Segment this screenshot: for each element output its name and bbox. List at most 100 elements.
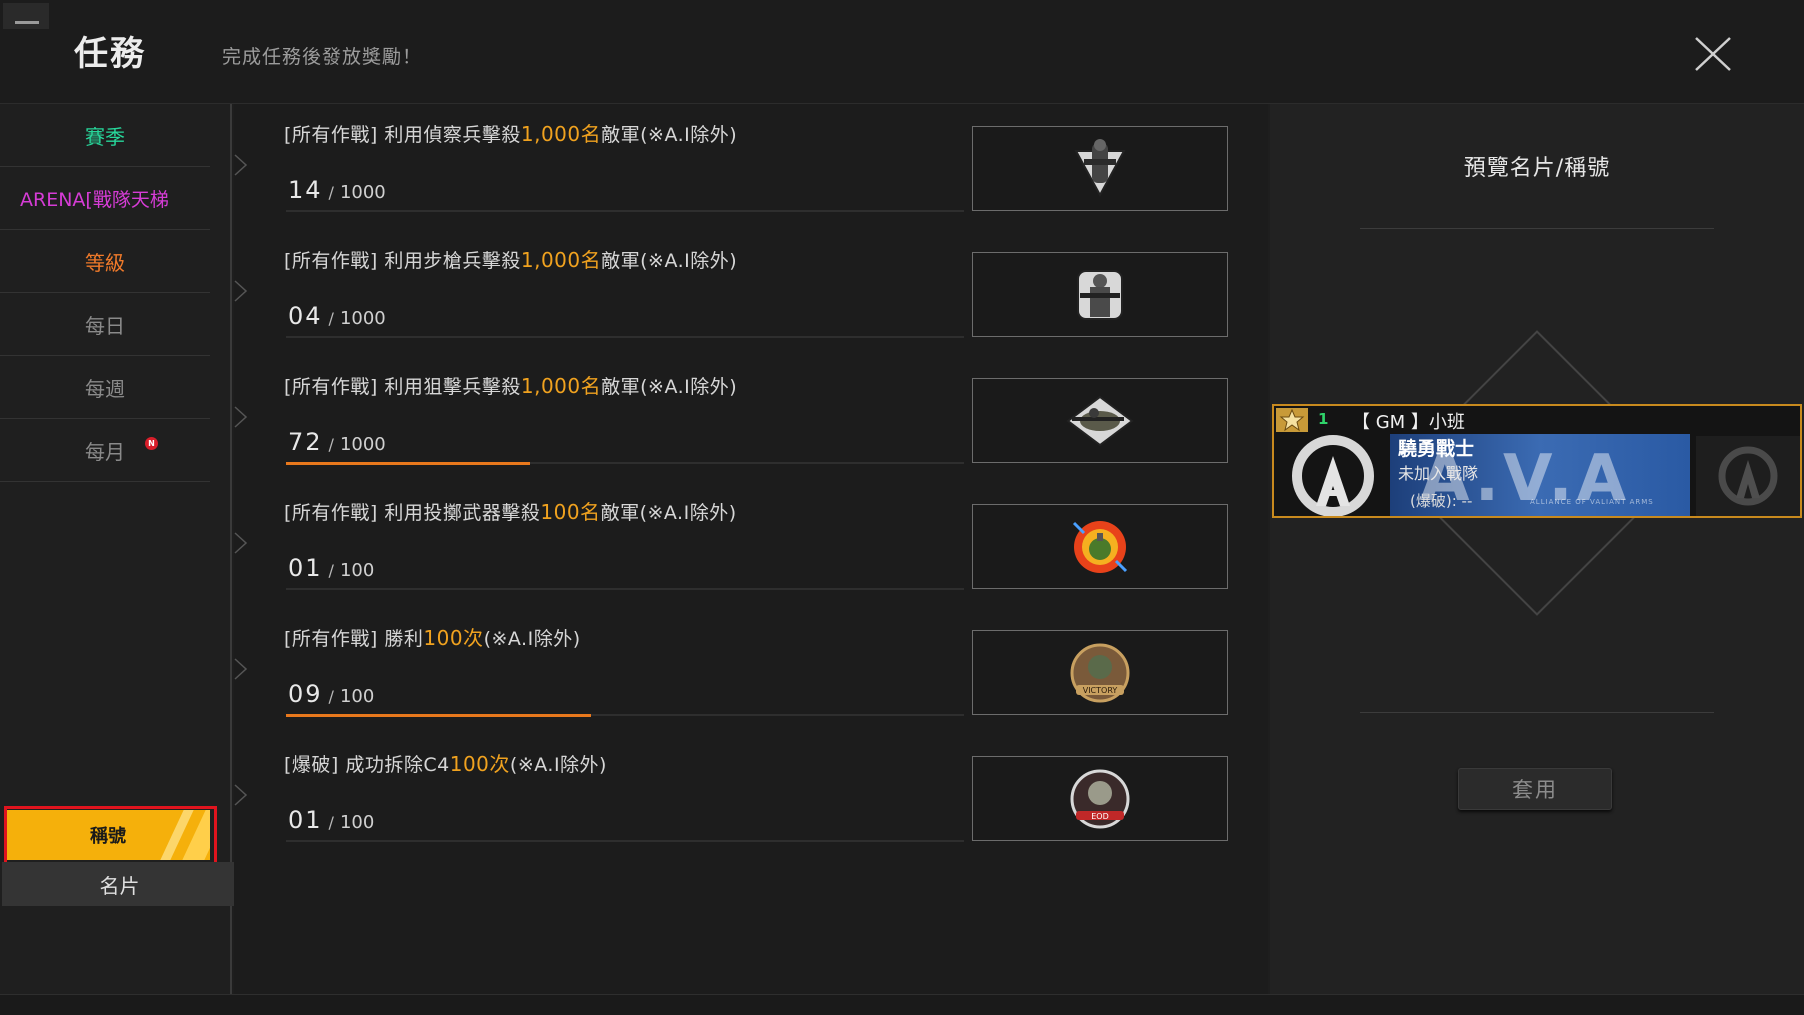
progress-total: 100 bbox=[339, 686, 375, 707]
mission-row[interactable]: [所有作戰] 利用投擲武器擊殺100名敵軍(※A.I除外) 01/100 bbox=[234, 482, 1268, 608]
sidebar-item-daily[interactable]: 每日 bbox=[0, 293, 210, 356]
subtab-namecard[interactable]: 名片 bbox=[2, 862, 237, 906]
reward-icon-frame bbox=[972, 126, 1228, 211]
mission-row[interactable]: [所有作戰] 勝利100次(※A.I除外) 09/100 VICTORY bbox=[234, 608, 1268, 734]
mission-description: [所有作戰] 利用步槍兵擊殺1,000名敵軍(※A.I除外) bbox=[284, 244, 737, 273]
sidebar-item-season[interactable]: 賽季 bbox=[0, 104, 210, 167]
apply-button[interactable]: 套用 bbox=[1458, 768, 1612, 810]
namecard-preview: 1 【 GM 】小班 A.V.A ALLIANCE OF VALIANT ARM… bbox=[1272, 404, 1802, 518]
mission-row[interactable]: [所有作戰] 利用偵察兵擊殺1,000名敵軍(※A.I除外) 14/1000 bbox=[234, 104, 1268, 230]
bottom-bar bbox=[0, 994, 1804, 1015]
progress-fill bbox=[286, 462, 531, 465]
sidebar-item-monthly[interactable]: 每月 N bbox=[0, 419, 210, 482]
sidebar-item-label: ARENA[戰隊天梯 bbox=[20, 188, 169, 211]
mission-description: [爆破] 成功拆除C4100次(※A.I除外) bbox=[284, 748, 607, 777]
progress-current: 72 bbox=[288, 428, 323, 456]
victory-medal-icon: VICTORY bbox=[1070, 643, 1130, 702]
ava-emblem-icon bbox=[1280, 434, 1386, 517]
mission-target: 1,000名 bbox=[520, 248, 602, 272]
mission-target: 1,000名 bbox=[520, 374, 602, 398]
progress-current: 09 bbox=[288, 680, 323, 708]
mission-target: 100次 bbox=[423, 626, 484, 650]
sidebar-item-label: 每月 bbox=[85, 439, 125, 464]
page-subtitle: 完成任務後發放獎勵！ bbox=[222, 46, 423, 68]
ava-tagline: ALLIANCE OF VALIANT ARMS bbox=[1530, 498, 1654, 506]
progress-current: 14 bbox=[288, 176, 323, 204]
player-level: 1 bbox=[1318, 410, 1329, 428]
player-title: 驍勇戰士 bbox=[1398, 438, 1475, 460]
chevron-right-icon bbox=[234, 658, 248, 680]
progress-current: 01 bbox=[288, 806, 323, 834]
mission-suffix: (※A.I除外) bbox=[509, 754, 607, 776]
sidebar-item-weekly[interactable]: 每週 bbox=[0, 356, 210, 419]
preview-title: 預覽名片/稱號 bbox=[1463, 156, 1611, 181]
missions-window: 任務 完成任務後發放獎勵！ 賽季 ARENA[戰隊天梯 等級 每日 每週 每月 … bbox=[0, 0, 1804, 1015]
page-title: 任務 bbox=[74, 34, 146, 74]
progress-track bbox=[286, 210, 964, 212]
mission-description: [所有作戰] 利用偵察兵擊殺1,000名敵軍(※A.I除外) bbox=[284, 118, 737, 147]
mission-suffix: 敵軍(※A.I除外) bbox=[600, 502, 737, 524]
sniper-class-icon bbox=[1066, 395, 1134, 446]
chevron-right-icon bbox=[234, 532, 248, 554]
close-icon[interactable] bbox=[1690, 30, 1736, 76]
mission-target: 100次 bbox=[449, 752, 510, 776]
eod-medal-icon: EOD bbox=[1070, 769, 1130, 828]
mission-prefix: [所有作戰] 利用投擲武器擊殺 bbox=[284, 502, 541, 524]
sidebar-item-label: 每日 bbox=[85, 313, 125, 338]
sidebar-item-label: 等級 bbox=[85, 250, 125, 275]
category-sidebar: 賽季 ARENA[戰隊天梯 等級 每日 每週 每月 N 稱號 名片 bbox=[0, 104, 237, 994]
mission-prefix: [所有作戰] 利用狙擊兵擊殺 bbox=[284, 376, 521, 398]
ava-emblem-small-icon bbox=[1696, 436, 1800, 516]
close-button[interactable] bbox=[1690, 30, 1736, 76]
mission-row[interactable]: [所有作戰] 利用步槍兵擊殺1,000名敵軍(※A.I除外) 04/1000 bbox=[234, 230, 1268, 356]
mission-suffix: 敵軍(※A.I除外) bbox=[601, 124, 738, 146]
progress-track bbox=[286, 714, 964, 717]
player-stat: (爆破): -- bbox=[1410, 492, 1473, 510]
mission-prefix: [所有作戰] 利用步槍兵擊殺 bbox=[284, 250, 521, 272]
mission-description: [所有作戰] 利用投擲武器擊殺100名敵軍(※A.I除外) bbox=[284, 496, 737, 525]
mission-prefix: [爆破] 成功拆除C4 bbox=[284, 754, 450, 776]
progress-total: 100 bbox=[339, 560, 375, 581]
progress-track bbox=[286, 840, 964, 842]
apply-button-label: 套用 bbox=[1512, 778, 1558, 802]
mission-target: 100名 bbox=[540, 500, 601, 524]
reward-icon-frame: VICTORY bbox=[972, 630, 1228, 715]
mission-prefix: [所有作戰] 利用偵察兵擊殺 bbox=[284, 124, 521, 146]
mission-suffix: 敵軍(※A.I除外) bbox=[601, 376, 738, 398]
progress-total: 100 bbox=[339, 812, 375, 833]
progress-fill bbox=[286, 714, 592, 717]
reward-icon-frame bbox=[972, 252, 1228, 337]
subtab-title[interactable]: 稱號 bbox=[6, 810, 210, 860]
mission-target: 1,000名 bbox=[520, 122, 602, 146]
pointman-class-icon bbox=[1074, 138, 1126, 197]
sidebar-item-arena[interactable]: ARENA[戰隊天梯 bbox=[0, 167, 210, 230]
progress-track bbox=[286, 588, 964, 590]
new-badge: N bbox=[145, 437, 158, 450]
rifleman-class-icon bbox=[1077, 269, 1123, 320]
svg-text:VICTORY: VICTORY bbox=[1083, 686, 1118, 695]
mission-progress: 01/100 bbox=[288, 554, 375, 582]
mission-description: [所有作戰] 利用狙擊兵擊殺1,000名敵軍(※A.I除外) bbox=[284, 370, 737, 399]
window-header: 任務 完成任務後發放獎勵！ bbox=[0, 0, 1804, 104]
divider bbox=[1360, 228, 1714, 229]
grenade-explosion-icon bbox=[1072, 520, 1128, 573]
mission-description: [所有作戰] 勝利100次(※A.I除外) bbox=[284, 622, 581, 651]
mission-row[interactable]: [爆破] 成功拆除C4100次(※A.I除外) 01/100 EOD bbox=[234, 734, 1268, 860]
progress-track bbox=[286, 462, 964, 465]
mission-progress: 04/1000 bbox=[288, 302, 386, 330]
mission-suffix: (※A.I除外) bbox=[483, 628, 581, 650]
chevron-right-icon bbox=[234, 280, 248, 302]
progress-total: 1000 bbox=[339, 182, 386, 203]
chevron-right-icon bbox=[234, 406, 248, 428]
sidebar-item-level[interactable]: 等級 bbox=[0, 230, 210, 293]
progress-current: 01 bbox=[288, 554, 323, 582]
player-team: 未加入戰隊 bbox=[1398, 464, 1479, 483]
mission-row[interactable]: [所有作戰] 利用狙擊兵擊殺1,000名敵軍(※A.I除外) 72/1000 bbox=[234, 356, 1268, 482]
chevron-right-icon bbox=[234, 784, 248, 806]
mission-list: [所有作戰] 利用偵察兵擊殺1,000名敵軍(※A.I除外) 14/1000 [… bbox=[234, 104, 1268, 994]
progress-current: 04 bbox=[288, 302, 323, 330]
progress-track bbox=[286, 336, 964, 338]
minimize-button[interactable] bbox=[3, 3, 49, 29]
mission-progress: 09/100 bbox=[288, 680, 375, 708]
chevron-right-icon bbox=[234, 154, 248, 176]
